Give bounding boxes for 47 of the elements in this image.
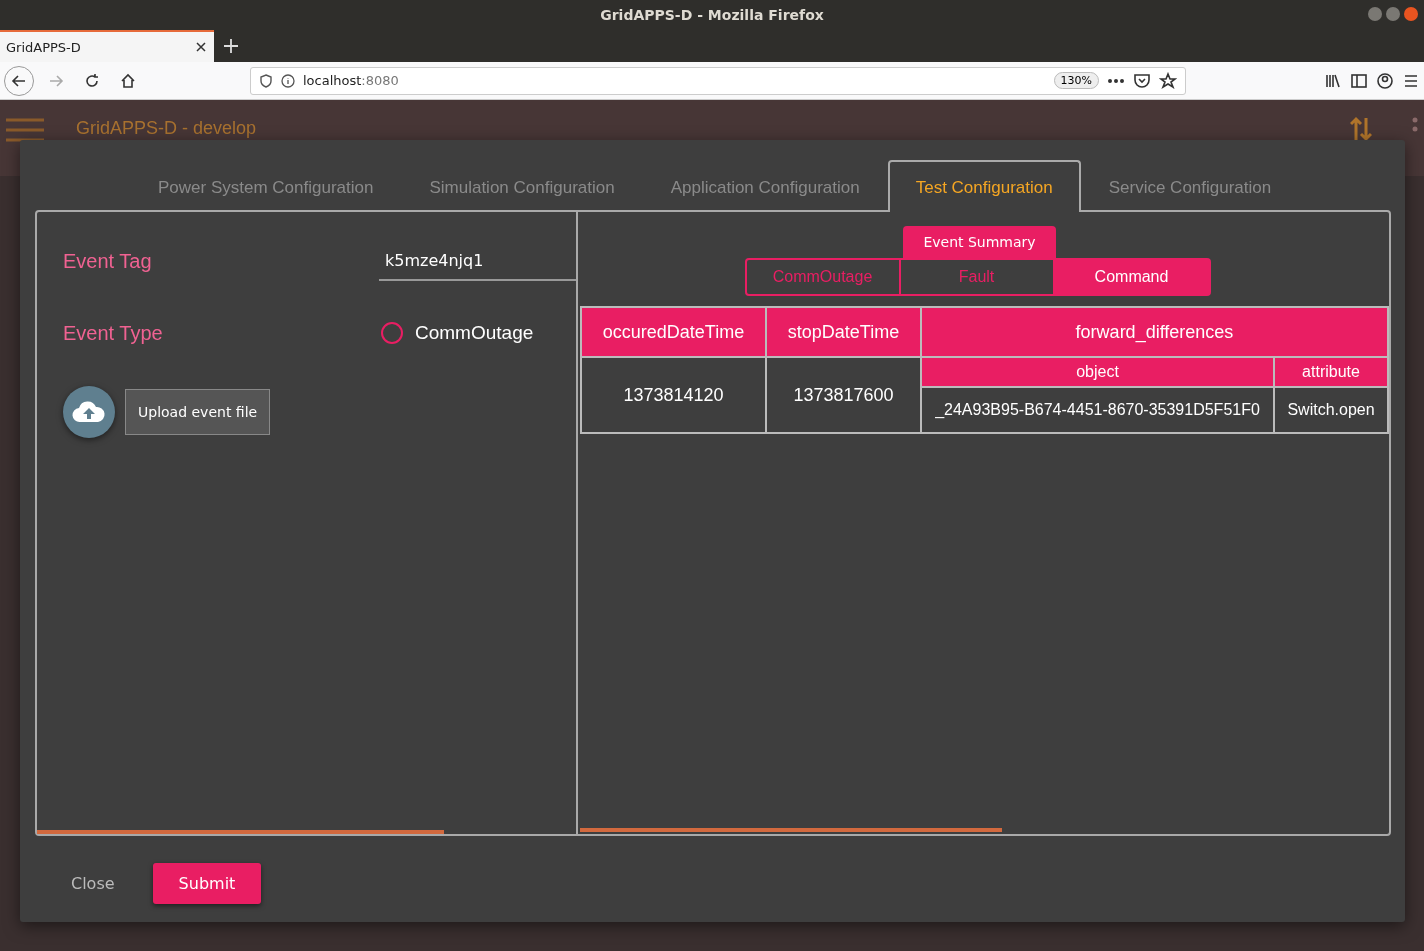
table-cell: Switch.open	[1274, 387, 1388, 433]
scrollbar[interactable]	[580, 828, 1002, 832]
column-header: occuredDateTime	[581, 307, 766, 357]
account-icon[interactable]	[1376, 71, 1394, 90]
radio-label: CommOutage	[415, 322, 534, 344]
tooltip: Upload event file	[125, 389, 271, 435]
config-tab[interactable]: Test Configuration	[887, 160, 1081, 212]
column-header: forward_differences	[921, 307, 1388, 357]
config-tab[interactable]: Power System Configuration	[130, 162, 402, 212]
column-header: object	[921, 357, 1275, 387]
info-icon	[281, 73, 295, 88]
home-icon[interactable]	[119, 71, 137, 90]
url-field[interactable]: localhost:8080 130%	[250, 66, 1186, 95]
reload-icon[interactable]	[83, 71, 101, 90]
scrollbar[interactable]	[37, 830, 444, 834]
config-tab[interactable]: Service Configuration	[1080, 162, 1300, 212]
close-button[interactable]: Close	[65, 873, 121, 894]
config-tab[interactable]: Simulation Configuration	[401, 162, 643, 212]
star-icon[interactable]	[1159, 71, 1177, 90]
plus-icon[interactable]	[224, 39, 238, 53]
maximize-button[interactable]	[1386, 7, 1400, 21]
event-type-toggle[interactable]: Command	[1054, 260, 1209, 294]
sort-arrows-icon[interactable]	[1350, 116, 1372, 142]
column-header: stopDateTime	[766, 307, 921, 357]
event-type-toggle[interactable]: CommOutage	[746, 260, 901, 294]
shield-icon	[259, 73, 273, 88]
event-tag-field[interactable]: k5mze4njq1	[379, 241, 576, 281]
submit-button[interactable]: Submit	[152, 863, 262, 904]
close-icon[interactable]	[196, 42, 206, 52]
field-label: Event Tag	[63, 249, 153, 273]
table-cell: 1373814120	[581, 357, 766, 433]
config-tab[interactable]: Application Configuration	[642, 162, 888, 212]
pocket-icon[interactable]	[1133, 71, 1151, 90]
cloud-upload-icon	[72, 400, 106, 424]
table-cell: 1373817600	[766, 357, 921, 433]
table-cell: _24A93B95-B674-4451-8670-35391D5F51F0	[921, 387, 1275, 433]
upload-button[interactable]	[63, 386, 115, 438]
close-window-button[interactable]	[1404, 7, 1418, 21]
radio-button[interactable]	[381, 322, 403, 344]
window-title: GridAPPS-D - Mozilla Firefox	[600, 7, 824, 23]
zoom-badge[interactable]: 130%	[1053, 72, 1099, 89]
field-label: Event Type	[63, 321, 164, 345]
sidebar-icon[interactable]	[1350, 71, 1368, 90]
browser-tab[interactable]: GridAPPS-D	[0, 30, 214, 62]
app-title: GridAPPS-D - develop	[76, 118, 257, 139]
minimize-button[interactable]	[1368, 7, 1382, 21]
column-header: attribute	[1274, 357, 1388, 387]
